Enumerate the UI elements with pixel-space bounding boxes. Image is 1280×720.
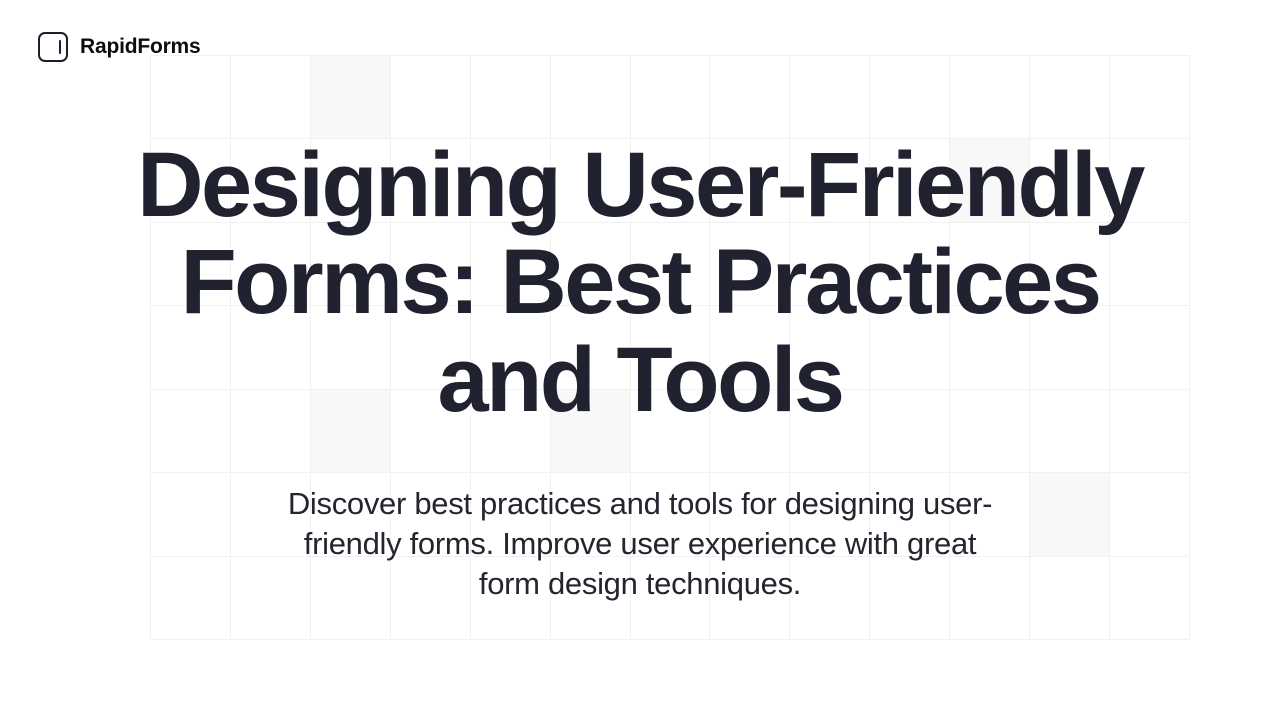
header: RapidForms [38,32,201,62]
brand-name: RapidForms [80,35,201,59]
hero-content: Designing User-Friendly Forms: Best Prac… [0,0,1280,720]
page-subtitle: Discover best practices and tools for de… [270,484,1010,603]
logo-icon [38,32,68,62]
page-title: Designing User-Friendly Forms: Best Prac… [130,137,1150,430]
